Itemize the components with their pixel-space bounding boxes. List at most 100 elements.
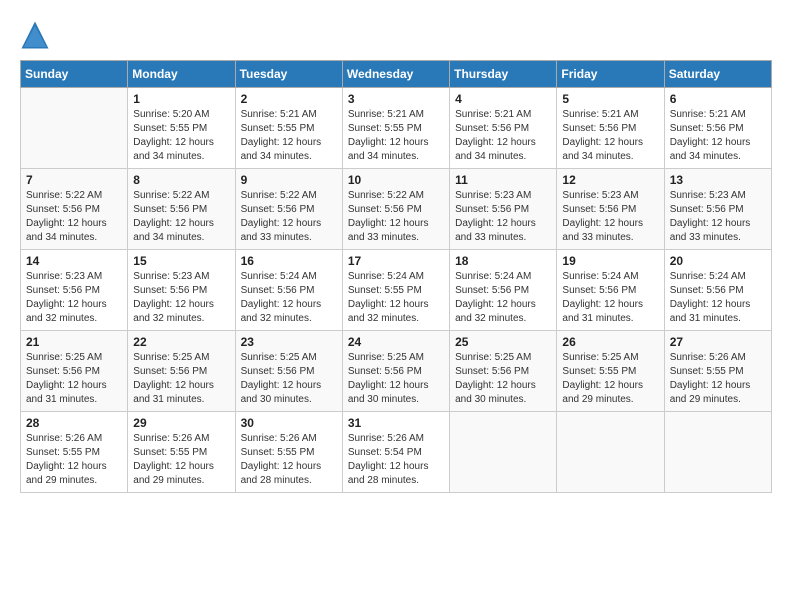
day-info: Sunrise: 5:22 AMSunset: 5:56 PMDaylight:… (348, 189, 444, 245)
table-row: 24 Sunrise: 5:25 AMSunset: 5:56 PMDayligh… (342, 331, 449, 412)
table-row: 1Sunrise: 5:20 AMSunset: 5:55 PMDaylight… (128, 88, 235, 169)
table-row: 13 Sunrise: 5:23 AMSunset: 5:56 PMDayligh… (664, 169, 771, 250)
table-row: 3Sunrise: 5:21 AMSunset: 5:55 PMDaylight… (342, 88, 449, 169)
day-number: 24 (348, 335, 444, 349)
day-number: 10 (348, 173, 444, 187)
day-info: Sunrise: 5:24 AMSunset: 5:55 PMDaylight:… (348, 270, 444, 326)
day-info: Sunrise: 5:22 AMSunset: 5:56 PMDaylight:… (26, 189, 122, 245)
table-row: 4 Sunrise: 5:21 AMSunset: 5:56 PMDaylight… (450, 88, 557, 169)
calendar-header-saturday: Saturday (664, 61, 771, 88)
day-info: Sunrise: 5:21 AMSunset: 5:56 PMDaylight:… (455, 108, 551, 164)
table-row (450, 412, 557, 493)
calendar-header-friday: Friday (557, 61, 664, 88)
day-number: 7 (26, 173, 122, 187)
table-row: 6 Sunrise: 5:21 AMSunset: 5:56 PMDaylight… (664, 88, 771, 169)
day-number: 26 (562, 335, 658, 349)
day-info: Sunrise: 5:23 AMSunset: 5:56 PMDaylight:… (133, 270, 229, 326)
table-row: 31 Sunrise: 5:26 AMSunset: 5:54 PMDayligh… (342, 412, 449, 493)
day-number: 30 (241, 416, 337, 430)
day-number: 14 (26, 254, 122, 268)
day-info: Sunrise: 5:26 AMSunset: 5:55 PMDaylight:… (26, 432, 122, 488)
table-row: 28 Sunrise: 5:26 AMSunset: 5:55 PMDayligh… (21, 412, 128, 493)
day-number: 9 (241, 173, 337, 187)
day-number: 20 (670, 254, 766, 268)
calendar-week-row: 7 Sunrise: 5:22 AMSunset: 5:56 PMDaylight… (21, 169, 772, 250)
table-row: 25Sunrise: 5:25 AMSunset: 5:56 PMDayligh… (450, 331, 557, 412)
calendar-table: SundayMondayTuesdayWednesdayThursdayFrid… (20, 60, 772, 493)
table-row: 29 Sunrise: 5:26 AMSunset: 5:55 PMDayligh… (128, 412, 235, 493)
table-row: 10 Sunrise: 5:22 AMSunset: 5:56 PMDayligh… (342, 169, 449, 250)
logo-icon (20, 20, 50, 50)
table-row: 15 Sunrise: 5:23 AMSunset: 5:56 PMDayligh… (128, 250, 235, 331)
day-number: 2 (241, 92, 337, 106)
day-info: Sunrise: 5:21 AMSunset: 5:56 PMDaylight:… (670, 108, 766, 164)
day-number: 18 (455, 254, 551, 268)
page-header (20, 20, 772, 50)
day-info: Sunrise: 5:24 AMSunset: 5:56 PMDaylight:… (562, 270, 658, 326)
day-number: 12 (562, 173, 658, 187)
table-row: 17Sunrise: 5:24 AMSunset: 5:55 PMDayligh… (342, 250, 449, 331)
day-info: Sunrise: 5:26 AMSunset: 5:55 PMDaylight:… (241, 432, 337, 488)
day-info: Sunrise: 5:24 AMSunset: 5:56 PMDaylight:… (455, 270, 551, 326)
day-info: Sunrise: 5:25 AMSunset: 5:56 PMDaylight:… (348, 351, 444, 407)
day-number: 15 (133, 254, 229, 268)
table-row: 5Sunrise: 5:21 AMSunset: 5:56 PMDaylight… (557, 88, 664, 169)
table-row: 30 Sunrise: 5:26 AMSunset: 5:55 PMDayligh… (235, 412, 342, 493)
calendar-header-sunday: Sunday (21, 61, 128, 88)
day-info: Sunrise: 5:22 AMSunset: 5:56 PMDaylight:… (133, 189, 229, 245)
table-row: 12 Sunrise: 5:23 AMSunset: 5:56 PMDayligh… (557, 169, 664, 250)
day-info: Sunrise: 5:24 AMSunset: 5:56 PMDaylight:… (670, 270, 766, 326)
table-row: 9 Sunrise: 5:22 AMSunset: 5:56 PMDaylight… (235, 169, 342, 250)
calendar-week-row: 1Sunrise: 5:20 AMSunset: 5:55 PMDaylight… (21, 88, 772, 169)
day-info: Sunrise: 5:26 AMSunset: 5:54 PMDaylight:… (348, 432, 444, 488)
table-row: 16Sunrise: 5:24 AMSunset: 5:56 PMDayligh… (235, 250, 342, 331)
day-number: 16 (241, 254, 337, 268)
day-info: Sunrise: 5:23 AMSunset: 5:56 PMDaylight:… (455, 189, 551, 245)
day-info: Sunrise: 5:25 AMSunset: 5:56 PMDaylight:… (241, 351, 337, 407)
table-row: 14Sunrise: 5:23 AMSunset: 5:56 PMDayligh… (21, 250, 128, 331)
table-row: 18 Sunrise: 5:24 AMSunset: 5:56 PMDayligh… (450, 250, 557, 331)
calendar-header-row: SundayMondayTuesdayWednesdayThursdayFrid… (21, 61, 772, 88)
day-number: 27 (670, 335, 766, 349)
day-info: Sunrise: 5:25 AMSunset: 5:55 PMDaylight:… (562, 351, 658, 407)
table-row: 26 Sunrise: 5:25 AMSunset: 5:55 PMDayligh… (557, 331, 664, 412)
table-row: 23 Sunrise: 5:25 AMSunset: 5:56 PMDayligh… (235, 331, 342, 412)
table-row (21, 88, 128, 169)
table-row: 22 Sunrise: 5:25 AMSunset: 5:56 PMDayligh… (128, 331, 235, 412)
calendar-header-thursday: Thursday (450, 61, 557, 88)
day-info: Sunrise: 5:22 AMSunset: 5:56 PMDaylight:… (241, 189, 337, 245)
day-number: 28 (26, 416, 122, 430)
calendar-header-monday: Monday (128, 61, 235, 88)
day-number: 31 (348, 416, 444, 430)
day-number: 13 (670, 173, 766, 187)
calendar-week-row: 14 Sunrise: 5:23 AMSunset: 5:56 PMDayligh… (21, 250, 772, 331)
day-number: 29 (133, 416, 229, 430)
day-info: Sunrise: 5:26 AMSunset: 5:55 PMDaylight:… (133, 432, 229, 488)
table-row: 27 Sunrise: 5:26 AMSunset: 5:55 PMDayligh… (664, 331, 771, 412)
day-number: 4 (455, 92, 551, 106)
day-info: Sunrise: 5:21 AMSunset: 5:56 PMDaylight:… (562, 108, 658, 164)
calendar-header-wednesday: Wednesday (342, 61, 449, 88)
table-row: 8 Sunrise: 5:22 AMSunset: 5:56 PMDaylight… (128, 169, 235, 250)
logo (20, 20, 54, 50)
day-number: 23 (241, 335, 337, 349)
day-number: 21 (26, 335, 122, 349)
day-info: Sunrise: 5:23 AMSunset: 5:56 PMDaylight:… (562, 189, 658, 245)
day-info: Sunrise: 5:23 AMSunset: 5:56 PMDaylight:… (670, 189, 766, 245)
day-number: 8 (133, 173, 229, 187)
calendar-header-tuesday: Tuesday (235, 61, 342, 88)
day-info: Sunrise: 5:26 AMSunset: 5:55 PMDaylight:… (670, 351, 766, 407)
day-info: Sunrise: 5:25 AMSunset: 5:56 PMDaylight:… (455, 351, 551, 407)
calendar-week-row: 28 Sunrise: 5:26 AMSunset: 5:55 PMDayligh… (21, 412, 772, 493)
day-info: Sunrise: 5:25 AMSunset: 5:56 PMDaylight:… (133, 351, 229, 407)
table-row: 11Sunrise: 5:23 AMSunset: 5:56 PMDayligh… (450, 169, 557, 250)
table-row: 20 Sunrise: 5:24 AMSunset: 5:56 PMDayligh… (664, 250, 771, 331)
calendar-week-row: 21 Sunrise: 5:25 AMSunset: 5:56 PMDayligh… (21, 331, 772, 412)
table-row: 2 Sunrise: 5:21 AMSunset: 5:55 PMDaylight… (235, 88, 342, 169)
day-info: Sunrise: 5:21 AMSunset: 5:55 PMDaylight:… (241, 108, 337, 164)
day-number: 1 (133, 92, 229, 106)
table-row: 19Sunrise: 5:24 AMSunset: 5:56 PMDayligh… (557, 250, 664, 331)
table-row (664, 412, 771, 493)
day-number: 22 (133, 335, 229, 349)
day-number: 6 (670, 92, 766, 106)
